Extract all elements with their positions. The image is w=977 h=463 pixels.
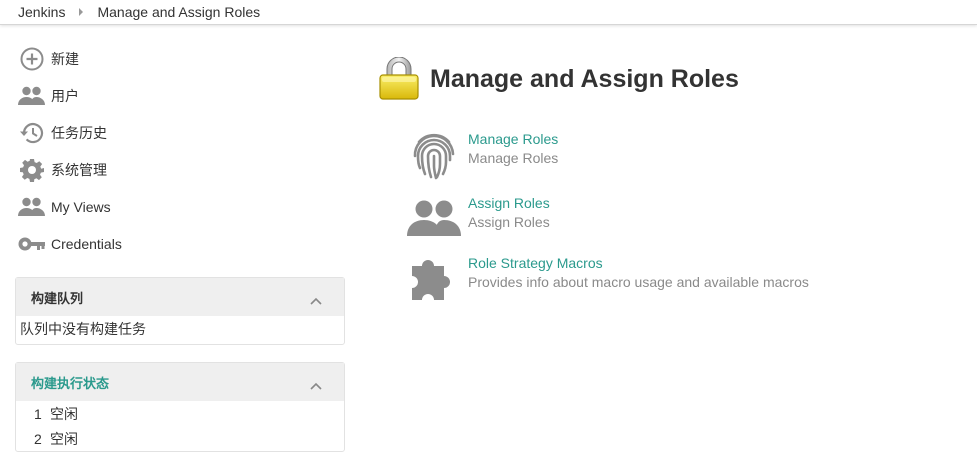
- breadcrumb-jenkins[interactable]: Jenkins: [18, 4, 65, 20]
- executor-row: 1 空闲: [16, 401, 344, 426]
- task-my-views[interactable]: My Views: [18, 188, 338, 225]
- chevron-right-icon[interactable]: [71, 8, 91, 16]
- executor-number: 2: [34, 430, 42, 447]
- role-strategy-macros-desc: Provides info about macro usage and avai…: [468, 274, 809, 290]
- executors-list: 1 空闲 2 空闲: [16, 401, 344, 451]
- users-icon: [18, 193, 45, 220]
- chevron-up-icon[interactable]: [310, 293, 322, 305]
- side-tasks: 新建 用户 任务历史 系统管理 My Views Credentials: [18, 40, 338, 262]
- history-icon: [18, 119, 45, 146]
- task-label: 任务历史: [51, 124, 107, 141]
- task-label: Credentials: [51, 235, 122, 252]
- plus-circle-icon: [18, 45, 45, 72]
- puzzle-icon: [406, 252, 462, 304]
- executor-row: 2 空闲: [16, 426, 344, 451]
- role-strategy-macros-item[interactable]: Role Strategy Macros Provides info about…: [406, 252, 809, 304]
- task-manage[interactable]: 系统管理: [18, 151, 338, 188]
- chevron-up-icon[interactable]: [310, 378, 322, 390]
- task-new[interactable]: 新建: [18, 40, 338, 77]
- gear-icon: [18, 156, 45, 183]
- breadcrumb: Jenkins Manage and Assign Roles: [0, 0, 977, 25]
- build-queue-header: 构建队列: [16, 278, 344, 316]
- manage-roles-item[interactable]: Manage Roles Manage Roles: [406, 128, 558, 180]
- task-label: My Views: [51, 198, 111, 215]
- task-history[interactable]: 任务历史: [18, 114, 338, 151]
- key-icon: [18, 230, 45, 257]
- executors-header: 构建执行状态: [16, 363, 344, 401]
- task-users[interactable]: 用户: [18, 77, 338, 114]
- build-queue-title: 构建队列: [31, 290, 84, 306]
- manage-roles-link[interactable]: Manage Roles: [468, 130, 558, 149]
- breadcrumb-current[interactable]: Manage and Assign Roles: [97, 4, 260, 20]
- users-icon: [406, 192, 462, 244]
- task-label: 新建: [51, 50, 79, 67]
- task-label: 用户: [51, 87, 79, 104]
- executor-status: 空闲: [50, 430, 78, 447]
- manage-roles-desc: Manage Roles: [468, 150, 559, 166]
- executors-pane: 构建执行状态 1 空闲 2 空闲: [15, 362, 345, 452]
- executor-number: 1: [34, 405, 42, 422]
- assign-roles-desc: Assign Roles: [468, 214, 550, 230]
- role-strategy-macros-link[interactable]: Role Strategy Macros: [468, 254, 809, 273]
- page-header: Manage and Assign Roles: [378, 56, 739, 101]
- build-queue-empty: 队列中没有构建任务: [20, 321, 146, 337]
- build-queue-pane: 构建队列 队列中没有构建任务: [15, 277, 345, 345]
- assign-roles-item[interactable]: Assign Roles Assign Roles: [406, 192, 550, 244]
- executor-status: 空闲: [50, 405, 78, 422]
- task-label: 系统管理: [51, 161, 107, 178]
- executors-title-link[interactable]: 构建执行状态: [31, 373, 109, 392]
- assign-roles-link[interactable]: Assign Roles: [468, 194, 550, 213]
- fingerprint-icon: [406, 128, 462, 180]
- task-credentials[interactable]: Credentials: [18, 225, 338, 262]
- lock-icon: [378, 56, 420, 101]
- users-icon: [18, 82, 45, 109]
- page-title: Manage and Assign Roles: [430, 64, 739, 93]
